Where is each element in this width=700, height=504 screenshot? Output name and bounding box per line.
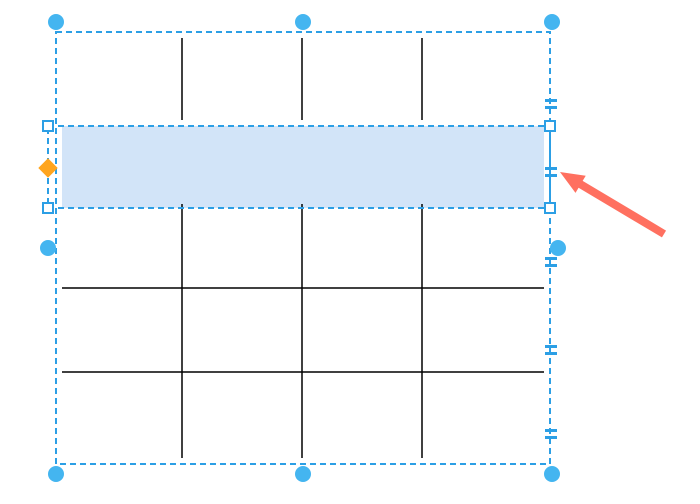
container-handle-dot[interactable] — [550, 240, 566, 256]
row-selection-handle[interactable] — [43, 203, 53, 213]
container-selection-outline[interactable] — [56, 32, 550, 464]
row-insert-marker[interactable] — [545, 345, 557, 348]
row-insert-marker[interactable] — [545, 167, 557, 170]
row-insert-marker[interactable] — [545, 257, 557, 260]
container-handle-dot[interactable] — [544, 14, 560, 30]
row-insert-marker[interactable] — [545, 352, 557, 355]
row-insert-marker[interactable] — [545, 436, 557, 439]
annotation-arrow — [560, 172, 666, 237]
row-insert-marker[interactable] — [545, 174, 557, 177]
row-insert-marker[interactable] — [545, 99, 557, 102]
row-lane-diamond-handle[interactable] — [39, 159, 57, 177]
container-handle-dot[interactable] — [295, 466, 311, 482]
row-insert-marker[interactable] — [545, 429, 557, 432]
selected-row-fill — [62, 126, 544, 208]
container-handle-dot[interactable] — [295, 14, 311, 30]
row-insert-marker[interactable] — [545, 106, 557, 109]
container-handle-dot[interactable] — [40, 240, 56, 256]
row-selection-handle[interactable] — [43, 121, 53, 131]
container-handle-dot[interactable] — [48, 466, 64, 482]
container-handle-dot[interactable] — [544, 466, 560, 482]
row-insert-marker[interactable] — [545, 264, 557, 267]
row-selection-handle[interactable] — [545, 203, 555, 213]
container-handle-dot[interactable] — [48, 14, 64, 30]
row-selection-handle[interactable] — [545, 121, 555, 131]
